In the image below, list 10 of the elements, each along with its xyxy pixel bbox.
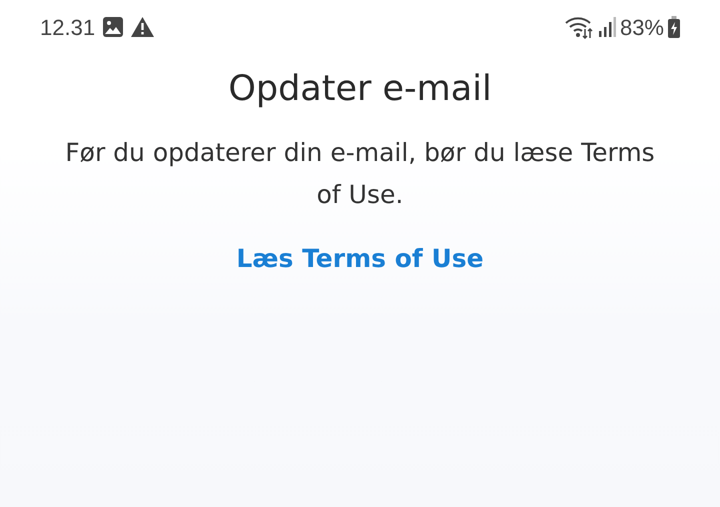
page-title: Opdater e-mail: [227, 68, 493, 110]
wifi-icon: [564, 15, 594, 39]
status-time: 12.31: [40, 14, 96, 42]
signal-icon: [598, 17, 616, 37]
battery-percentage: 83%: [620, 14, 664, 42]
image-icon: [103, 17, 124, 37]
message-text: Før du opdaterer din e-mail, bør du læse Terms of Use.: [64, 137, 656, 211]
battery-charging-icon: [668, 16, 680, 38]
warning-icon: [131, 17, 154, 37]
terms-link[interactable]: Læs Terms of Use: [236, 244, 484, 273]
